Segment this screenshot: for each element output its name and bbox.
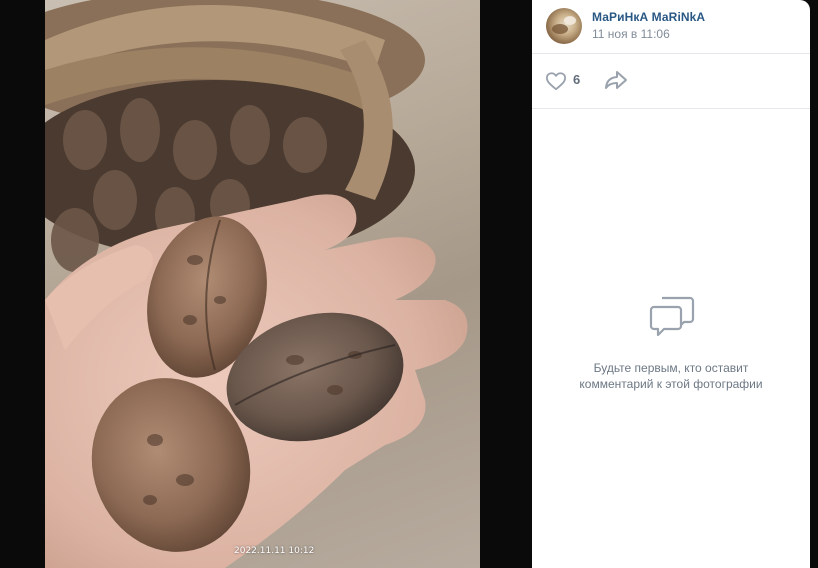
viewer-backdrop-gap[interactable]: [480, 0, 532, 568]
like-count: 6: [573, 72, 581, 87]
viewer-backdrop-right[interactable]: [810, 0, 818, 568]
comment-bubbles-icon: [649, 296, 695, 337]
avatar-image-detail: [552, 24, 568, 34]
share-arrow-icon: [605, 71, 627, 89]
comments-section: Будьте первым, кто оставит комментарий к…: [532, 108, 810, 568]
avatar[interactable]: [546, 8, 582, 44]
empty-comments-message: Будьте первым, кто оставит комментарий к…: [552, 360, 790, 392]
viewer-backdrop-left[interactable]: [0, 0, 45, 568]
like-button[interactable]: 6: [545, 70, 585, 92]
post-date-link[interactable]: 11 ноя в 11:06: [592, 27, 670, 41]
photo-side-panel: МаРиНкА МаRiNkA 11 ноя в 11:06 6 Будьте …: [532, 0, 810, 568]
empty-comments-line1: Будьте первым, кто оставит: [593, 361, 749, 375]
author-name-link[interactable]: МаРиНкА МаRiNkA: [592, 10, 705, 24]
post-header: МаРиНкА МаRiNkA 11 ноя в 11:06: [532, 0, 810, 54]
empty-comments-line2: комментарий к этой фотографии: [579, 377, 763, 391]
photo-timestamp: 2022.11.11 10:12: [234, 546, 315, 556]
walnuts-photo: [45, 0, 468, 568]
photo-viewer-image[interactable]: 2022.11.11 10:12: [45, 0, 480, 568]
avatar-image-highlight: [564, 16, 576, 25]
heart-icon: [546, 72, 566, 91]
post-actions-bar: 6: [532, 53, 810, 109]
share-button[interactable]: [604, 70, 628, 92]
